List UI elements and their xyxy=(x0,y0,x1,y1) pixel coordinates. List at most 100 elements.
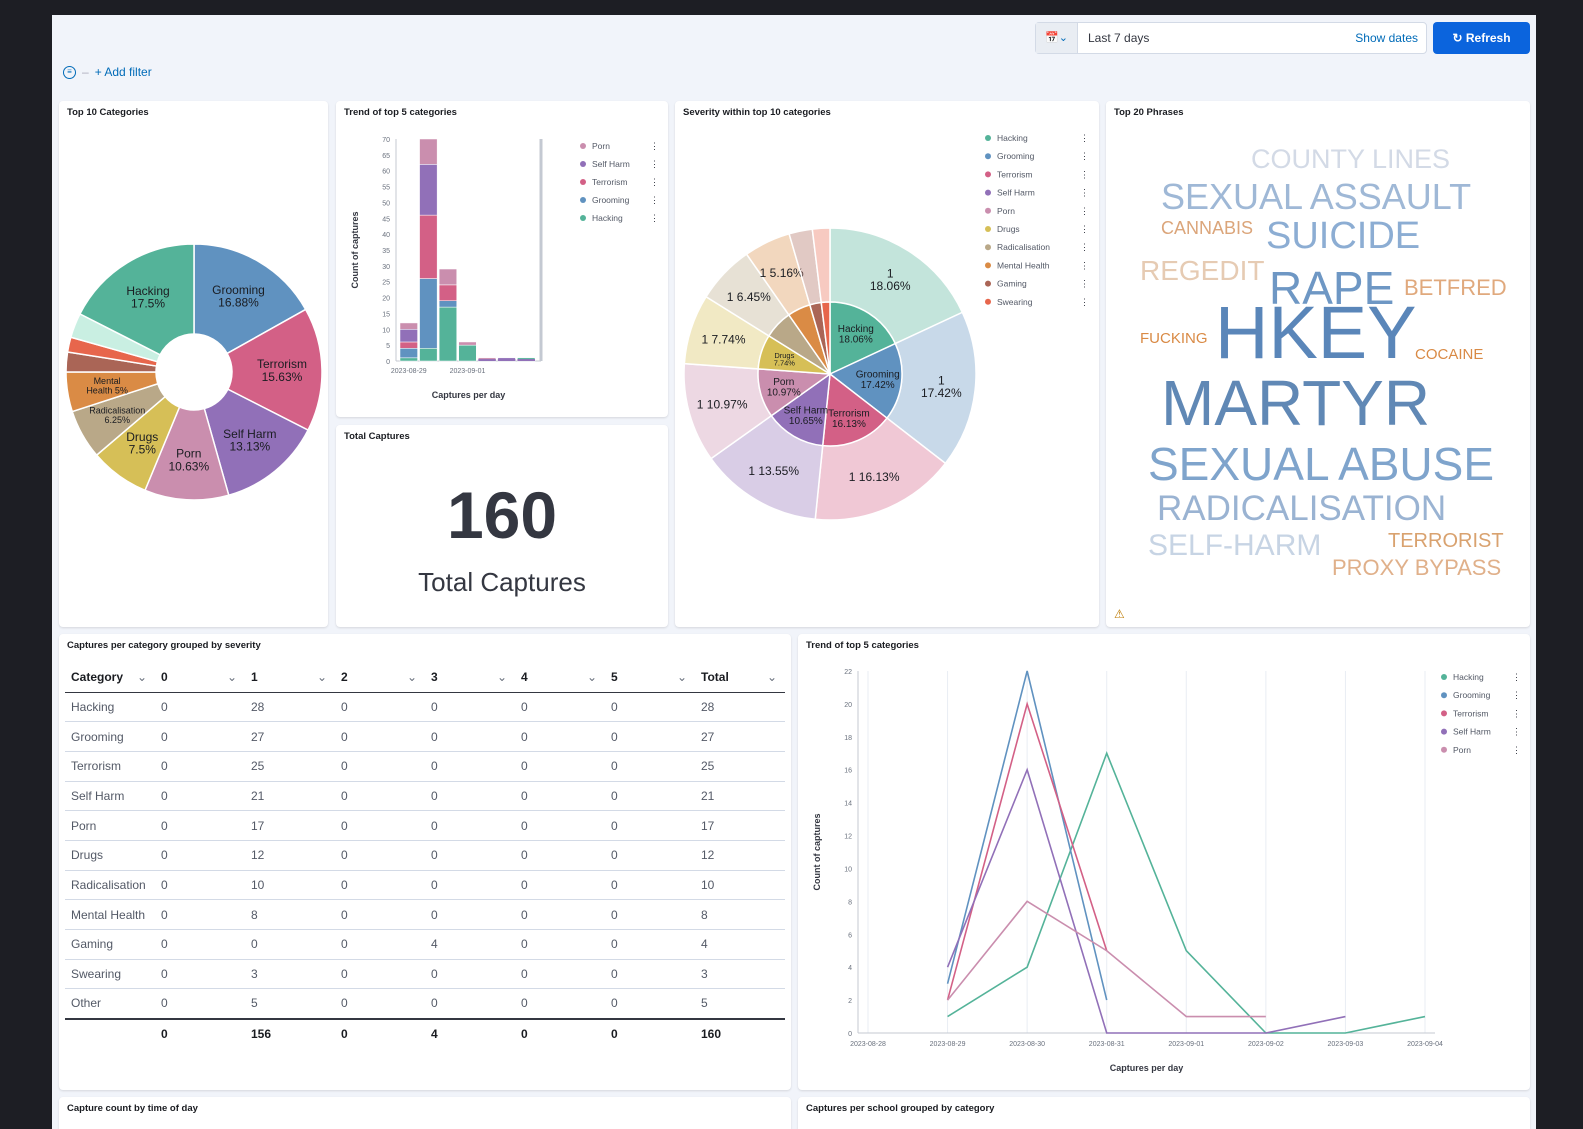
legend-label[interactable]: Hacking xyxy=(1453,672,1484,682)
legend-label[interactable]: Gaming xyxy=(997,279,1027,289)
word-cloud-term[interactable]: BETFRED xyxy=(1404,277,1507,299)
bar-segment[interactable] xyxy=(399,348,418,359)
legend-label[interactable]: Grooming xyxy=(1453,690,1491,700)
chevron-down-icon[interactable]: ⌄ xyxy=(407,670,417,684)
table-row[interactable]: Drugs 0 12 0 0 0 0 12 xyxy=(65,840,785,871)
bar-segment[interactable] xyxy=(438,268,457,286)
legend-menu-icon[interactable]: ⋮ xyxy=(1512,672,1521,682)
word-cloud-term[interactable]: PROXY BYPASS xyxy=(1332,557,1501,579)
column-header[interactable]: 2 ⌄ xyxy=(335,662,425,693)
bar-segment[interactable] xyxy=(419,138,438,165)
table-row[interactable]: Self Harm 0 21 0 0 0 0 21 xyxy=(65,781,785,812)
bar-segment[interactable] xyxy=(419,214,438,279)
add-filter-link[interactable]: + Add filter xyxy=(95,65,152,79)
date-picker[interactable]: 📅⌄ Last 7 days Show dates xyxy=(1035,22,1427,54)
table-row[interactable]: Gaming 0 0 0 4 0 0 4 xyxy=(65,929,785,960)
legend-label[interactable]: Grooming xyxy=(997,151,1035,161)
legend-menu-icon[interactable]: ⋮ xyxy=(650,177,659,187)
legend-label[interactable]: Porn xyxy=(997,206,1015,216)
column-header[interactable]: Total ⌄ xyxy=(695,662,785,693)
word-cloud-term[interactable]: CANNABIS xyxy=(1161,219,1253,237)
legend-label[interactable]: Terrorism xyxy=(1453,708,1488,718)
legend-menu-icon[interactable]: ⋮ xyxy=(1080,260,1089,270)
word-cloud-term[interactable]: SEXUAL ASSAULT xyxy=(1161,179,1471,215)
bar-segment[interactable] xyxy=(497,359,516,361)
calendar-icon[interactable]: 📅⌄ xyxy=(1036,23,1078,53)
chevron-down-icon[interactable]: ⌄ xyxy=(137,670,147,684)
column-header[interactable]: 1 ⌄ xyxy=(245,662,335,693)
series-line[interactable] xyxy=(946,767,1346,1034)
chevron-down-icon[interactable]: ⌄ xyxy=(227,670,237,684)
column-header[interactable]: 4 ⌄ xyxy=(515,662,605,693)
word-cloud-term[interactable]: TERRORIST xyxy=(1388,531,1504,551)
legend-label[interactable]: Hacking xyxy=(592,213,623,223)
chevron-down-icon[interactable]: ⌄ xyxy=(767,670,777,684)
word-cloud-term[interactable]: HKEY xyxy=(1215,296,1417,370)
bar-segment[interactable] xyxy=(517,359,535,361)
refresh-button[interactable]: ↻ Refresh xyxy=(1433,22,1530,54)
legend-label[interactable]: Self Harm xyxy=(1453,727,1491,737)
legend-label[interactable]: Mental Health xyxy=(997,260,1050,270)
table-row[interactable]: Porn 0 17 0 0 0 0 17 xyxy=(65,810,785,841)
legend-label[interactable]: Self Harm xyxy=(997,188,1035,198)
bar-segment[interactable] xyxy=(438,300,457,308)
legend-label[interactable]: Grooming xyxy=(592,195,630,205)
date-range-label[interactable]: Last 7 days xyxy=(1088,31,1149,45)
column-header[interactable]: 0 ⌄ xyxy=(155,662,245,693)
table-row[interactable]: Terrorism 0 25 0 0 0 0 25 xyxy=(65,751,785,782)
bar-segment[interactable] xyxy=(399,329,418,343)
bar-segment[interactable] xyxy=(419,164,438,216)
legend-label[interactable]: Terrorism xyxy=(997,169,1032,179)
legend-menu-icon[interactable]: ⋮ xyxy=(1080,297,1089,307)
legend-menu-icon[interactable]: ⋮ xyxy=(650,213,659,223)
word-cloud-term[interactable]: SUICIDE xyxy=(1266,217,1420,255)
legend-label[interactable]: Terrorism xyxy=(592,177,627,187)
legend-label[interactable]: Porn xyxy=(592,141,610,151)
chevron-down-icon[interactable]: ⌄ xyxy=(677,670,687,684)
legend-menu-icon[interactable]: ⋮ xyxy=(1080,206,1089,216)
legend-label[interactable]: Porn xyxy=(1453,745,1471,755)
legend-menu-icon[interactable]: ⋮ xyxy=(1080,151,1089,161)
table-row[interactable]: Grooming 0 27 0 0 0 0 27 xyxy=(65,721,785,752)
legend-menu-icon[interactable]: ⋮ xyxy=(1512,745,1521,755)
word-cloud-term[interactable]: COUNTY LINES xyxy=(1251,146,1450,173)
table-row[interactable]: Swearing 0 3 0 0 0 0 3 xyxy=(65,959,785,990)
legend-menu-icon[interactable]: ⋮ xyxy=(1080,188,1089,198)
legend-menu-icon[interactable]: ⋮ xyxy=(1080,133,1089,143)
legend-menu-icon[interactable]: ⋮ xyxy=(1080,224,1089,234)
filter-options-icon[interactable]: ≡ xyxy=(63,65,76,79)
chevron-down-icon[interactable]: ⌄ xyxy=(497,670,507,684)
bar-segment[interactable] xyxy=(419,278,438,349)
chevron-down-icon[interactable]: ⌄ xyxy=(317,670,327,684)
bar-segment[interactable] xyxy=(399,357,418,362)
show-dates-link[interactable]: Show dates xyxy=(1355,31,1418,45)
table-row[interactable]: Mental Health 0 8 0 0 0 0 8 xyxy=(65,899,785,930)
legend-menu-icon[interactable]: ⋮ xyxy=(650,159,659,169)
word-cloud-term[interactable]: COCAINE xyxy=(1415,347,1483,362)
legend-label[interactable]: Self Harm xyxy=(592,159,630,169)
bar-segment[interactable] xyxy=(458,344,477,362)
legend-menu-icon[interactable]: ⋮ xyxy=(650,195,659,205)
bar-segment[interactable] xyxy=(399,341,418,349)
column-header[interactable]: 3 ⌄ xyxy=(425,662,515,693)
word-cloud-term[interactable]: RADICALISATION xyxy=(1157,491,1446,526)
legend-label[interactable]: Radicalisation xyxy=(997,242,1050,252)
table-row[interactable]: Radicalisation 0 10 0 0 0 0 10 xyxy=(65,870,785,901)
column-header[interactable]: Category ⌄ xyxy=(65,662,155,693)
legend-menu-icon[interactable]: ⋮ xyxy=(1080,169,1089,179)
word-cloud-term[interactable]: SEXUAL ABUSE xyxy=(1148,441,1494,487)
legend-label[interactable]: Drugs xyxy=(997,224,1020,234)
bar-segment[interactable] xyxy=(458,341,477,346)
bar-segment[interactable] xyxy=(438,284,457,301)
table-row[interactable]: Hacking 0 28 0 0 0 0 28 xyxy=(65,692,785,723)
legend-label[interactable]: Swearing xyxy=(997,297,1033,307)
bar-segment[interactable] xyxy=(399,322,418,330)
chevron-down-icon[interactable]: ⌄ xyxy=(587,670,597,684)
table-row[interactable]: Other 0 5 0 0 0 0 5 xyxy=(65,988,785,1020)
warning-icon[interactable]: ⚠ xyxy=(1114,607,1125,621)
legend-menu-icon[interactable]: ⋮ xyxy=(1080,279,1089,289)
bar-segment[interactable] xyxy=(438,306,457,362)
word-cloud-term[interactable]: REGEDIT xyxy=(1140,257,1264,285)
legend-menu-icon[interactable]: ⋮ xyxy=(1512,727,1521,737)
legend-menu-icon[interactable]: ⋮ xyxy=(1512,690,1521,700)
